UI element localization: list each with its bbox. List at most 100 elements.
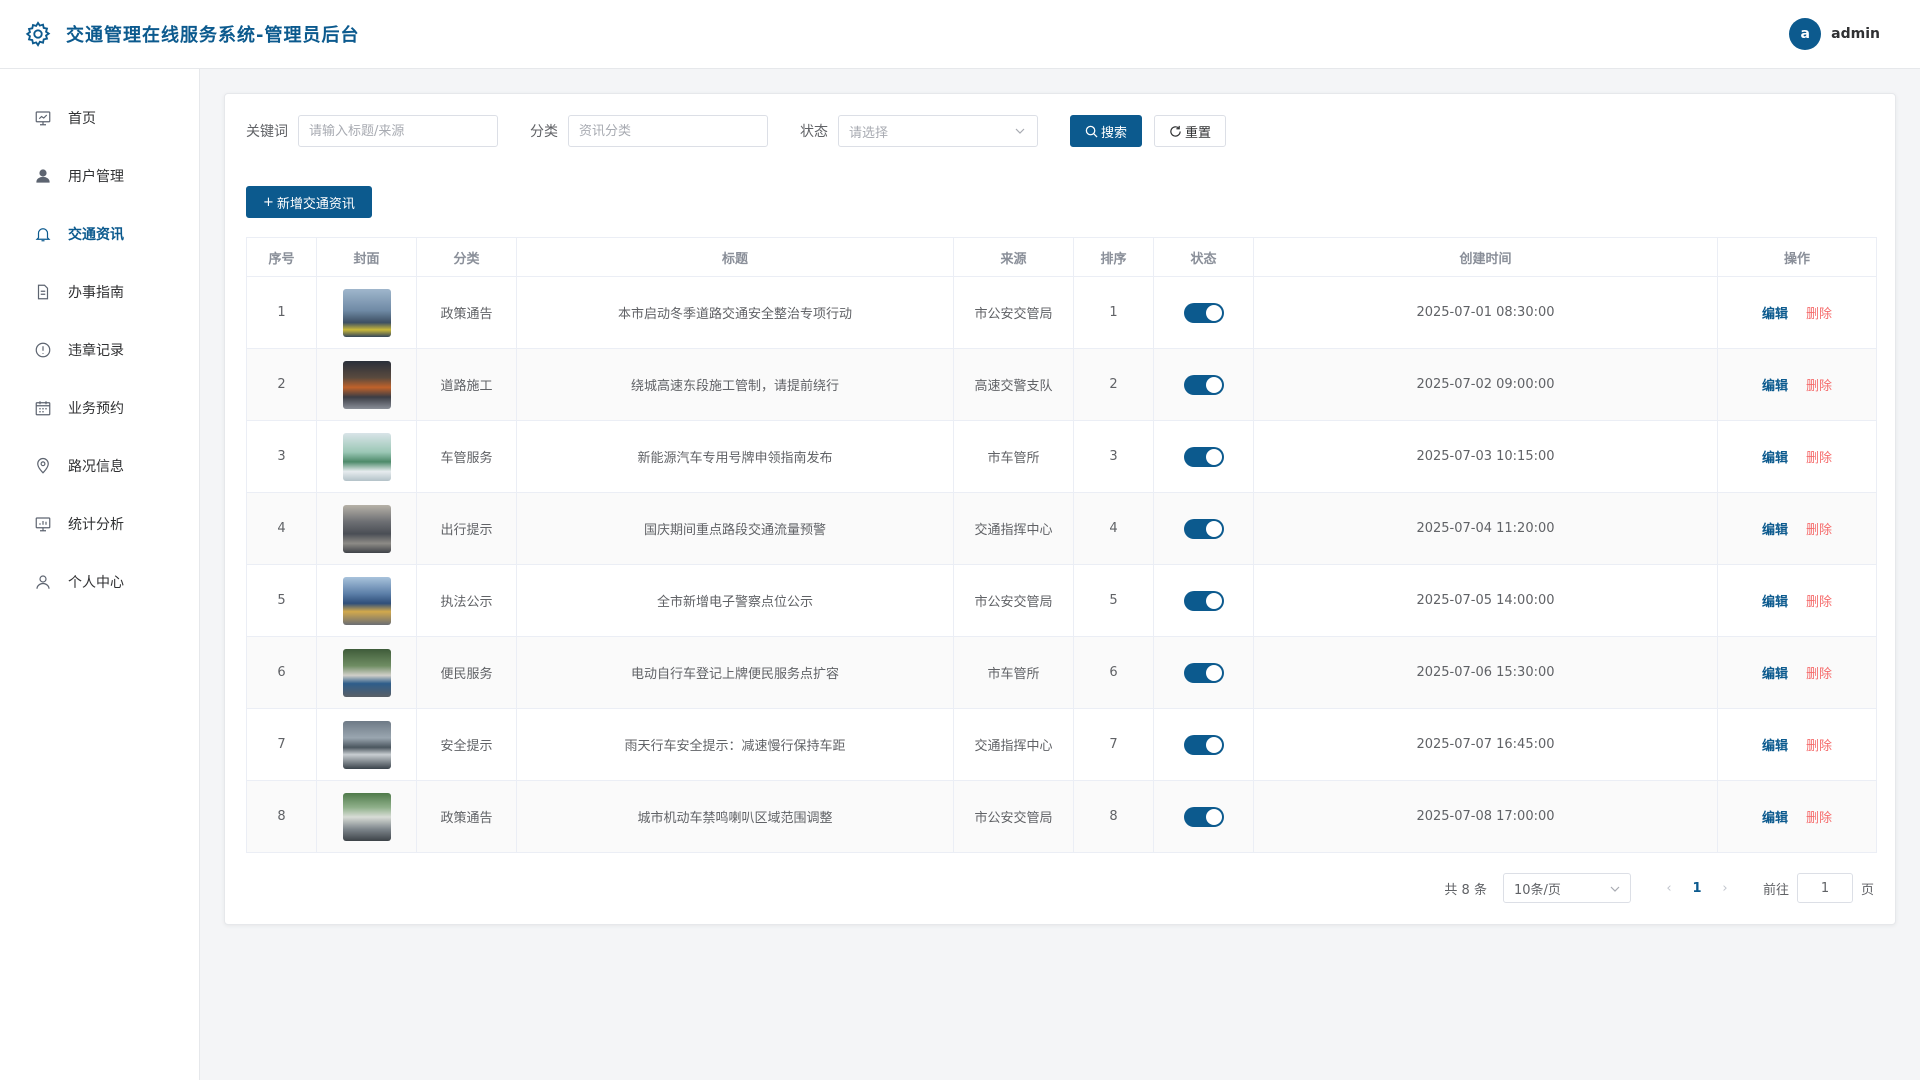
cell-sort: 7 [1073, 708, 1154, 781]
warning-circle-icon [35, 342, 51, 358]
pagination: 共 8 条 10条/页 ‹ 1 › 前往 1 页 [1444, 873, 1874, 903]
cell-status [1153, 780, 1254, 853]
status-toggle[interactable] [1183, 374, 1224, 395]
bell-icon [35, 228, 51, 242]
goto-page-value: 1 [1820, 880, 1830, 896]
status-toggle[interactable] [1183, 518, 1224, 539]
sidebar-item-home[interactable]: 首页 [0, 89, 199, 147]
status-toggle[interactable] [1183, 590, 1224, 611]
status-toggle[interactable] [1183, 446, 1224, 467]
goto-label: 前往 [1762, 882, 1789, 898]
delete-link[interactable]: 删除 [1806, 307, 1832, 322]
cell-created: 2025-07-06 15:30:00 [1253, 636, 1718, 709]
cover-image[interactable] [342, 288, 391, 337]
total-count: 共 8 条 [1444, 882, 1487, 898]
refresh-icon [1170, 125, 1181, 137]
brand: 交通管理在线服务系统-管理员后台 [24, 20, 359, 48]
col-header: 标题 [516, 237, 954, 277]
add-news-label: 新增交通资讯 [276, 196, 355, 212]
delete-link[interactable]: 删除 [1806, 523, 1832, 538]
delete-link[interactable]: 删除 [1806, 451, 1832, 466]
edit-link[interactable]: 编辑 [1762, 667, 1788, 682]
cell-category: 道路施工 [416, 348, 517, 421]
cell-cover [316, 780, 417, 853]
avatar[interactable]: a [1789, 18, 1822, 50]
username[interactable]: admin [1831, 26, 1880, 42]
add-news-button[interactable]: + 新增交通资讯 [246, 186, 372, 218]
table-row: 2 道路施工 绕城高速东段施工管制，请提前绕行 高速交警支队 2 2025-07… [246, 348, 1877, 421]
user-menu[interactable]: a admin [1789, 18, 1880, 50]
cover-image[interactable] [342, 432, 391, 481]
document-icon [37, 284, 49, 300]
sidebar-item-users[interactable]: 用户管理 [0, 147, 199, 205]
table-row: 6 便民服务 电动自行车登记上牌便民服务点扩容 市车管所 6 2025-07-0… [246, 636, 1877, 709]
prev-page-button[interactable]: ‹ [1655, 881, 1683, 896]
chevron-down-icon [1015, 128, 1025, 134]
edit-link[interactable]: 编辑 [1762, 379, 1788, 394]
edit-link[interactable]: 编辑 [1762, 811, 1788, 826]
cell-sort: 3 [1073, 420, 1154, 493]
cover-image[interactable] [342, 720, 391, 769]
category-input[interactable] [579, 123, 757, 139]
cover-image[interactable] [342, 648, 391, 697]
cell-created: 2025-07-02 09:00:00 [1253, 348, 1718, 421]
page-size-select[interactable]: 10条/页 [1502, 873, 1631, 903]
sidebar-item-profile[interactable]: 个人中心 [0, 553, 199, 611]
cover-image[interactable] [342, 360, 391, 409]
reset-button[interactable]: 重置 [1154, 115, 1227, 147]
sidebar-item-label: 统计分析 [68, 517, 124, 533]
edit-link[interactable]: 编辑 [1762, 739, 1788, 754]
cover-image[interactable] [342, 792, 391, 841]
cell-status [1153, 276, 1254, 349]
status-toggle[interactable] [1183, 806, 1224, 827]
cell-actions: 编辑 删除 [1717, 348, 1877, 421]
sidebar-item-statistics[interactable]: 统计分析 [0, 495, 199, 553]
edit-link[interactable]: 编辑 [1762, 451, 1788, 466]
delete-link[interactable]: 删除 [1806, 667, 1832, 682]
cell-status [1153, 348, 1254, 421]
cell-cover [316, 564, 417, 637]
news-table: 序号 封面 分类 标题 来源 排序 状态 创建时间 操作 1 政策通告 本市启动… [246, 237, 1877, 853]
cell-actions: 编辑 删除 [1717, 636, 1877, 709]
status-toggle[interactable] [1183, 734, 1224, 755]
plus-icon: + [263, 194, 274, 210]
delete-link[interactable]: 删除 [1806, 379, 1832, 394]
cover-image[interactable] [342, 504, 391, 553]
next-page-button[interactable]: › [1711, 881, 1739, 896]
sidebar-item-guide[interactable]: 办事指南 [0, 263, 199, 321]
delete-link[interactable]: 删除 [1806, 811, 1832, 826]
sidebar-item-appointment[interactable]: 业务预约 [0, 379, 199, 437]
goto-page-input[interactable]: 1 [1796, 873, 1853, 903]
cell-source: 市车管所 [953, 636, 1074, 709]
cell-category: 执法公示 [416, 564, 517, 637]
cover-image[interactable] [342, 576, 391, 625]
edit-link[interactable]: 编辑 [1762, 595, 1788, 610]
search-button[interactable]: 搜索 [1070, 115, 1143, 147]
cell-source: 交通指挥中心 [953, 492, 1074, 565]
cell-cover [316, 708, 417, 781]
table-row: 8 政策通告 城市机动车禁鸣喇叭区域范围调整 市公安交管局 8 2025-07-… [246, 780, 1877, 853]
sidebar-item-violations[interactable]: 违章记录 [0, 321, 199, 379]
status-toggle[interactable] [1183, 662, 1224, 683]
cell-created: 2025-07-03 10:15:00 [1253, 420, 1718, 493]
sidebar-item-road-info[interactable]: 路况信息 [0, 437, 199, 495]
status-toggle[interactable] [1183, 302, 1224, 323]
col-header: 排序 [1073, 237, 1154, 277]
sidebar-item-traffic-news[interactable]: 交通资讯 [0, 205, 199, 263]
page-number[interactable]: 1 [1683, 881, 1711, 896]
category-field[interactable] [568, 115, 768, 147]
cell-no: 4 [246, 492, 317, 565]
cell-cover [316, 420, 417, 493]
keyword-input[interactable] [309, 123, 487, 139]
status-select[interactable]: 请选择 [838, 115, 1038, 147]
edit-link[interactable]: 编辑 [1762, 523, 1788, 538]
cell-source: 交通指挥中心 [953, 708, 1074, 781]
keyword-field[interactable] [298, 115, 498, 147]
delete-link[interactable]: 删除 [1806, 595, 1832, 610]
gear-icon [25, 21, 51, 47]
delete-link[interactable]: 删除 [1806, 739, 1832, 754]
cell-no: 7 [246, 708, 317, 781]
cell-created: 2025-07-01 08:30:00 [1253, 276, 1718, 349]
col-header: 封面 [316, 237, 417, 277]
edit-link[interactable]: 编辑 [1762, 307, 1788, 322]
